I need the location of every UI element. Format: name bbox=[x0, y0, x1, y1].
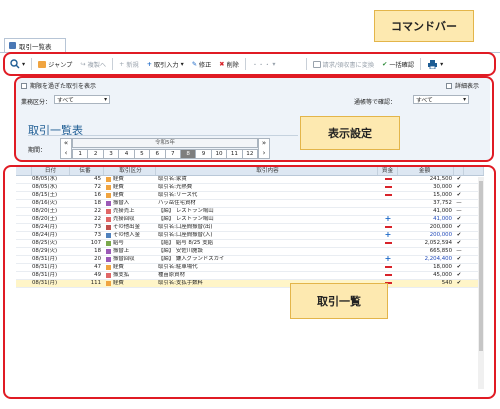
tab-label: 取引一覧表 bbox=[19, 42, 52, 51]
display-settings-callout: 表示設定 bbox=[300, 116, 400, 150]
command-bar-highlight bbox=[3, 52, 496, 76]
tab-transaction-list[interactable]: 取引一覧表 bbox=[4, 38, 66, 52]
display-settings-highlight bbox=[14, 76, 494, 162]
command-bar-callout: コマンドバー bbox=[374, 10, 474, 42]
transaction-list-callout: 取引一覧 bbox=[290, 283, 388, 319]
list-icon bbox=[9, 42, 16, 49]
transaction-list-highlight bbox=[3, 165, 496, 399]
